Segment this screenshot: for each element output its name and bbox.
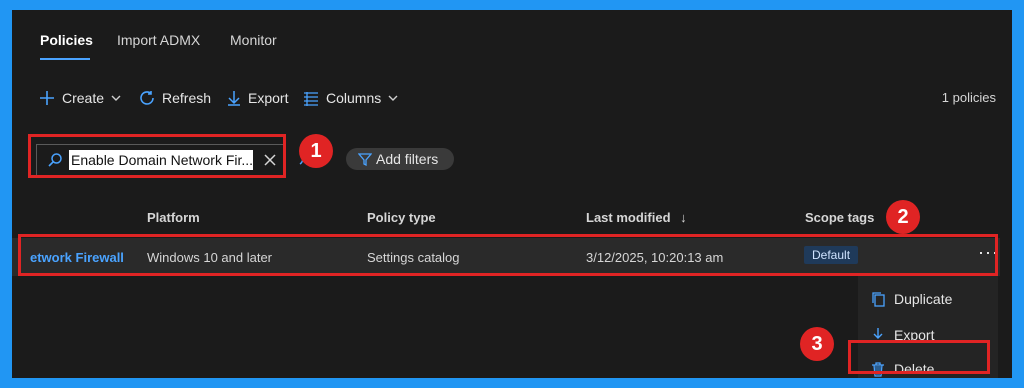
column-header-scope-tags[interactable]: Scope tags: [805, 210, 874, 225]
row-highlight-box: [18, 234, 998, 276]
plus-icon: [40, 91, 54, 105]
active-tab-indicator: [40, 58, 90, 60]
create-label: Create: [62, 90, 105, 106]
tab-monitor[interactable]: Monitor: [230, 32, 277, 48]
last-modified-label: Last modified: [586, 210, 671, 225]
columns-icon: [304, 92, 318, 106]
column-header-policy-type[interactable]: Policy type: [367, 210, 436, 225]
columns-label: Columns: [326, 90, 382, 106]
refresh-label: Refresh: [162, 90, 212, 106]
tab-import-admx[interactable]: Import ADMX: [117, 32, 200, 48]
search-highlight-box: [28, 134, 286, 178]
download-icon: [228, 91, 240, 106]
add-filters-label: Add filters: [376, 151, 439, 167]
chevron-down-icon: [388, 95, 398, 101]
duplicate-label: Duplicate: [894, 291, 953, 307]
intune-policies-panel: Policies Import ADMX Monitor Create Refr…: [12, 10, 1012, 378]
export-button[interactable]: Export: [226, 86, 288, 110]
toolbar: Create Refresh Export Columns 1 policies: [12, 86, 1012, 110]
menu-item-duplicate[interactable]: Duplicate: [870, 288, 952, 310]
tab-bar: Policies Import ADMX Monitor: [12, 10, 1012, 68]
tab-policies[interactable]: Policies: [40, 32, 93, 48]
copy-icon: [872, 292, 885, 307]
step-3-badge: 3: [800, 327, 834, 361]
step-2-badge: 2: [886, 200, 920, 234]
filter-icon: [358, 153, 372, 166]
sort-arrow-icon: ↓: [680, 210, 687, 225]
column-header-platform[interactable]: Platform: [147, 210, 200, 225]
step-1-badge: 1: [299, 134, 333, 168]
chevron-down-icon: [111, 95, 121, 101]
refresh-icon: [140, 91, 154, 105]
columns-button[interactable]: Columns: [302, 86, 399, 110]
delete-highlight-box: [848, 340, 990, 374]
refresh-button[interactable]: Refresh: [138, 86, 211, 110]
create-button[interactable]: Create: [38, 86, 122, 110]
column-header-last-modified[interactable]: Last modified ↓: [586, 210, 687, 225]
export-label: Export: [248, 90, 289, 106]
add-filters-button[interactable]: Add filters: [346, 148, 454, 170]
policy-count: 1 policies: [941, 90, 996, 105]
